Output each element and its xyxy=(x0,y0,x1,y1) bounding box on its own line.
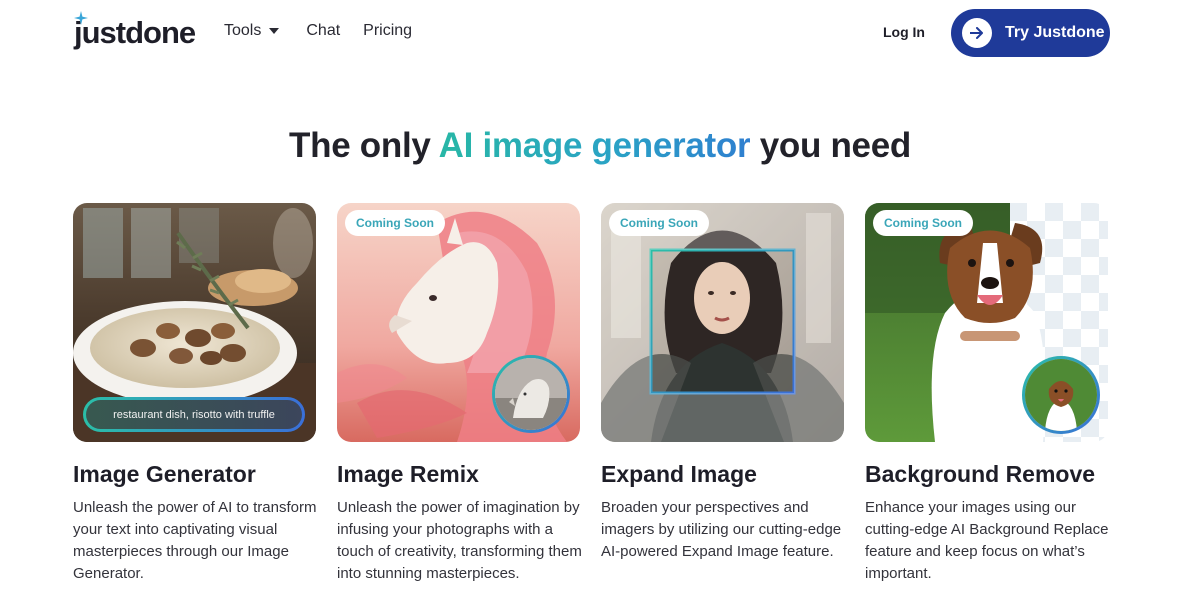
card-title: Image Remix xyxy=(337,461,479,487)
try-justdone-button[interactable]: Try Justdone xyxy=(951,9,1110,57)
nav-links: Tools Chat Pricing xyxy=(224,22,412,40)
card-expand-image[interactable]: Coming Soon Expand Image Broaden your pe… xyxy=(601,203,844,560)
coming-soon-badge: Coming Soon xyxy=(873,210,973,236)
prompt-input-display: restaurant dish, risotto with truffle xyxy=(83,397,305,432)
pink-horse-image: Coming Soon xyxy=(337,203,580,442)
card-description: Broaden your perspectives and imagers by… xyxy=(601,499,842,560)
dog-image: Coming Soon xyxy=(865,203,1108,442)
nav-chat-label: Chat xyxy=(306,22,341,39)
source-thumbnail xyxy=(1022,356,1100,434)
nav-pricing-label: Pricing xyxy=(363,22,413,39)
portrait-image: Coming Soon xyxy=(601,203,844,442)
arrow-right-icon xyxy=(970,27,983,39)
top-navigation: justdone Tools Chat Pricing Log In Try J… xyxy=(0,0,1200,66)
arrow-circle xyxy=(962,18,992,48)
source-thumbnail xyxy=(492,355,570,433)
coming-soon-badge: Coming Soon xyxy=(609,210,709,236)
card-title: Expand Image xyxy=(601,461,757,487)
card-description: Enhance your images using our cutting-ed… xyxy=(865,499,1109,582)
card-image-generator[interactable]: restaurant dish, risotto with truffle Im… xyxy=(73,203,316,582)
logo-text: justdone xyxy=(74,14,196,50)
headline-highlight: AI image generator xyxy=(438,126,751,165)
card-description: Unleash the power of AI to transform you… xyxy=(73,499,317,582)
logo[interactable]: justdone xyxy=(74,11,196,52)
nav-chat-link[interactable]: Chat xyxy=(306,22,340,40)
headline-suffix: you need xyxy=(750,126,912,165)
login-link[interactable]: Log In xyxy=(883,24,925,40)
card-title: Background Remove xyxy=(865,461,1096,487)
page-headline: The only AI image generator you need xyxy=(0,126,1200,166)
risotto-image: restaurant dish, risotto with truffle xyxy=(73,203,316,442)
try-justdone-label: Try Justdone xyxy=(1005,24,1105,41)
card-title: Image Generator xyxy=(73,461,256,487)
card-image-remix[interactable]: Coming Soon Image Remix Unleash the powe… xyxy=(337,203,582,582)
card-description: Unleash the power of imagination by infu… xyxy=(337,499,582,582)
coming-soon-badge: Coming Soon xyxy=(345,210,445,236)
nav-tools-dropdown[interactable]: Tools xyxy=(224,22,280,40)
sparkle-icon xyxy=(74,11,88,25)
nav-tools-label: Tools xyxy=(224,22,262,39)
chevron-down-icon xyxy=(269,28,280,34)
nav-pricing-link[interactable]: Pricing xyxy=(363,22,412,40)
headline-prefix: The only xyxy=(289,126,439,165)
card-background-remove[interactable]: Coming Soon Background Remove Enhance yo… xyxy=(865,203,1109,582)
